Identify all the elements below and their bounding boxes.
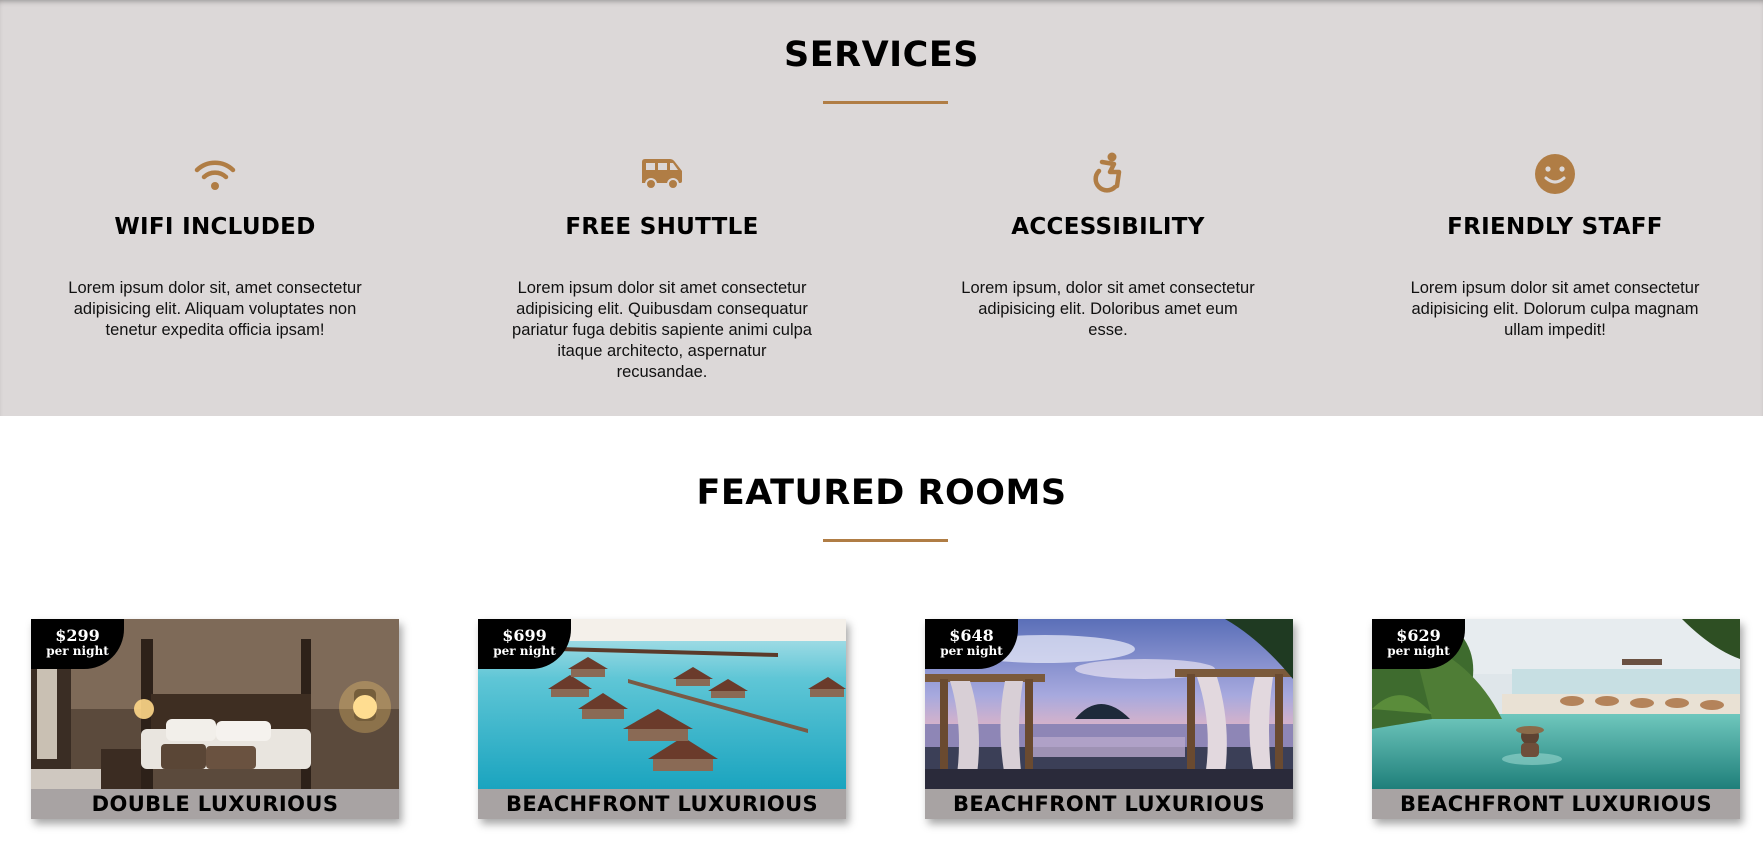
price-amount: $629: [1396, 626, 1441, 645]
featured-rooms-title: FEATURED ROOMS: [696, 473, 1067, 513]
service-wifi: WIFI INCLUDED Lorem ipsum dolor sit, ame…: [60, 150, 370, 341]
services-title-underline: [823, 101, 948, 104]
room-card-beachfront-luxurious-3[interactable]: $629 per night BEACHFRONT LUXURIOUS: [1372, 619, 1740, 819]
room-card-beachfront-luxurious-1[interactable]: $699 per night BEACHFRONT LUXURIOUS: [478, 619, 846, 819]
service-accessibility: ACCESSIBILITY Lorem ipsum, dolor sit ame…: [953, 150, 1263, 341]
service-description: Lorem ipsum dolor sit, amet consectetur …: [68, 279, 362, 339]
shuttle-van-icon: [507, 150, 817, 198]
service-title: FREE SHUTTLE: [565, 214, 759, 240]
price-unit: per night: [940, 644, 1003, 658]
service-friendly-staff: FRIENDLY STAFF Lorem ipsum dolor sit ame…: [1400, 150, 1710, 341]
wifi-icon: [60, 150, 370, 198]
service-title: WIFI INCLUDED: [114, 214, 316, 240]
room-name[interactable]: BEACHFRONT LUXURIOUS: [478, 789, 846, 819]
featured-rooms-title-underline: [823, 539, 948, 542]
accessibility-icon: [953, 150, 1263, 198]
room-name[interactable]: BEACHFRONT LUXURIOUS: [925, 789, 1293, 819]
services-section: SERVICES WIFI INCLUDED Lorem ipsum dolor…: [0, 0, 1763, 416]
room-name[interactable]: BEACHFRONT LUXURIOUS: [1372, 789, 1740, 819]
services-title: SERVICES: [784, 35, 979, 75]
price-amount: $299: [55, 626, 100, 645]
service-shuttle: FREE SHUTTLE Lorem ipsum dolor sit amet …: [507, 150, 817, 383]
service-description: Lorem ipsum dolor sit amet consectetur a…: [512, 279, 812, 381]
service-description: Lorem ipsum, dolor sit amet consectetur …: [961, 279, 1255, 339]
price-unit: per night: [493, 644, 556, 658]
service-title: ACCESSIBILITY: [1011, 214, 1205, 240]
room-card-beachfront-luxurious-2[interactable]: $648 per night BEACHFRONT LUXURIOUS: [925, 619, 1293, 819]
price-amount: $648: [949, 626, 994, 645]
room-name[interactable]: DOUBLE LUXURIOUS: [31, 789, 399, 819]
service-description: Lorem ipsum dolor sit amet consectetur a…: [1410, 279, 1700, 339]
room-card-double-luxurious[interactable]: $299 per night DOUBLE LUXURIOUS: [31, 619, 399, 819]
price-unit: per night: [46, 644, 109, 658]
smiley-face-icon: [1400, 150, 1710, 198]
service-title: FRIENDLY STAFF: [1447, 214, 1663, 240]
price-unit: per night: [1387, 644, 1450, 658]
price-amount: $699: [502, 626, 547, 645]
